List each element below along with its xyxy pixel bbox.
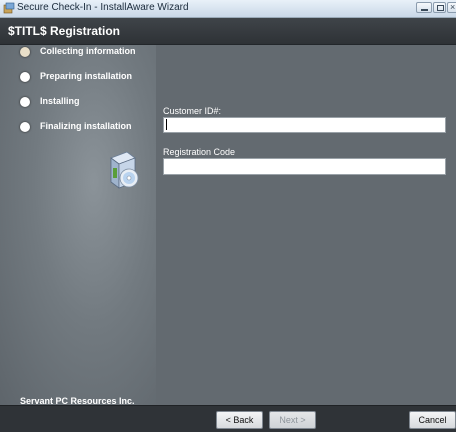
installer-app-icon xyxy=(3,2,15,14)
next-button[interactable]: Next > xyxy=(269,411,316,429)
registration-code-label: Registration Code xyxy=(163,147,236,157)
step-pending-indicator-icon xyxy=(20,97,30,107)
step-label: Finalizing installation xyxy=(40,121,132,131)
step-pending-indicator-icon xyxy=(20,72,30,82)
minimize-icon xyxy=(421,9,428,11)
software-box-disc-icon xyxy=(110,151,139,189)
header-banner: $TITL$ Registration xyxy=(0,18,456,45)
step-label: Installing xyxy=(40,96,80,106)
step-label: Preparing installation xyxy=(40,71,133,81)
cancel-button[interactable]: Cancel xyxy=(409,411,456,429)
step-label: Collecting information xyxy=(40,46,136,56)
text-caret xyxy=(166,119,167,130)
title-bar[interactable]: Secure Check-In - InstallAware Wizard × xyxy=(0,0,456,18)
maximize-button[interactable] xyxy=(433,2,446,13)
window-title: Secure Check-In - InstallAware Wizard xyxy=(17,2,189,13)
customer-id-input[interactable] xyxy=(163,117,446,133)
close-icon: × xyxy=(450,2,456,12)
step-current-indicator-icon xyxy=(20,47,30,57)
maximize-icon xyxy=(437,5,444,11)
step-pending-indicator-icon xyxy=(20,122,30,132)
customer-id-label: Customer ID#: xyxy=(163,106,222,116)
back-button[interactable]: < Back xyxy=(216,411,263,429)
page-title: $TITL$ Registration xyxy=(8,24,121,38)
minimize-button[interactable] xyxy=(416,2,432,13)
installer-window: Secure Check-In - InstallAware Wizard × … xyxy=(0,0,456,432)
registration-code-input[interactable] xyxy=(163,158,446,175)
close-button[interactable]: × xyxy=(447,2,456,13)
main-panel xyxy=(156,45,456,405)
